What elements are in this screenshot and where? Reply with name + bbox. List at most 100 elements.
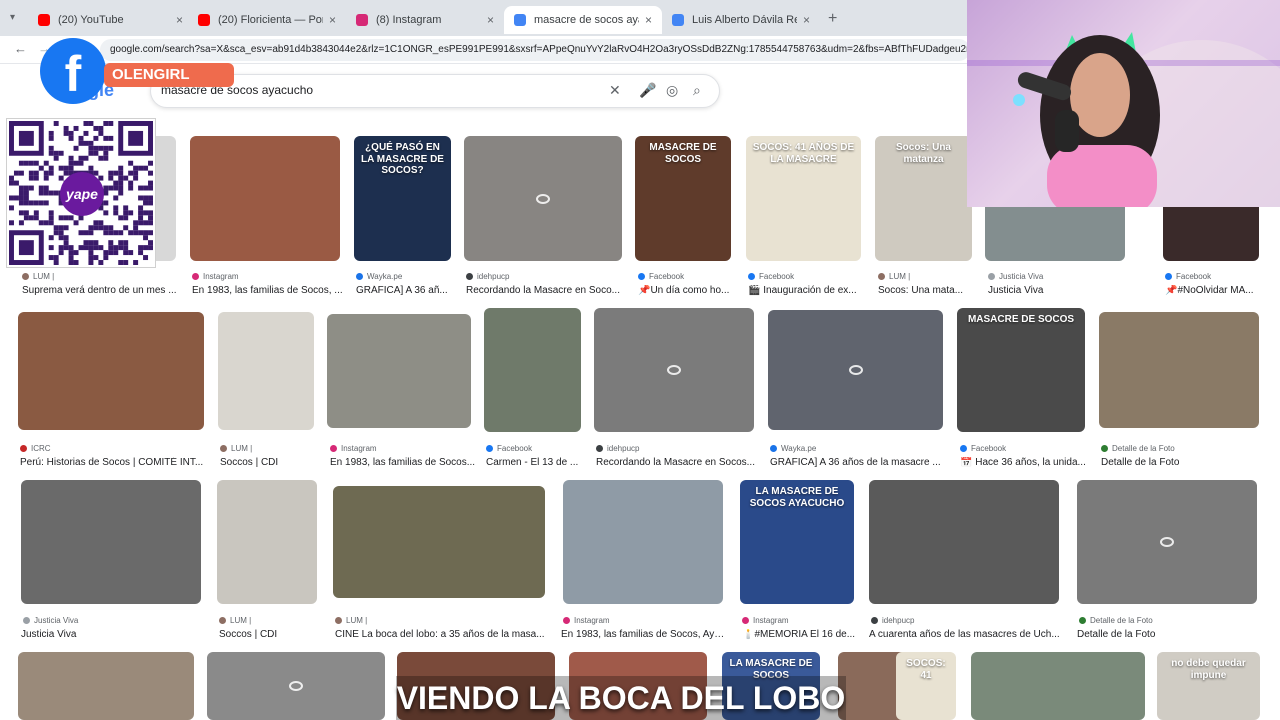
hidden-content-eye-icon[interactable] [1160, 537, 1174, 547]
result-thumbnail[interactable] [18, 652, 194, 720]
result-caption[interactable]: CINE La boca del lobo: a 35 años de la m… [335, 629, 553, 640]
tab-close-icon[interactable]: × [803, 13, 810, 27]
camera-search-icon[interactable]: ◎ [666, 82, 678, 99]
result-thumbnail[interactable]: SOCOS: 41 AÑOS DE LA MASACRE [746, 136, 861, 261]
result-source[interactable]: Instagram [192, 272, 346, 281]
hidden-content-eye-icon[interactable] [536, 193, 550, 204]
result-caption[interactable]: 📌Un día como ho... [638, 285, 740, 296]
result-thumbnail[interactable]: Socos: Una matanza [875, 136, 972, 261]
result-source[interactable]: Justicia Viva [988, 272, 1132, 281]
tab-close-icon[interactable]: × [176, 13, 183, 27]
result-thumbnail[interactable] [464, 136, 622, 261]
tab-close-icon[interactable]: × [329, 13, 336, 27]
result-caption[interactable]: Recordando la Masacre en Socos... [596, 457, 762, 468]
result-caption[interactable]: Justicia Viva [21, 629, 207, 640]
result-caption[interactable]: Soccos | CDI [220, 457, 322, 468]
result-caption[interactable]: Soccos | CDI [219, 629, 325, 640]
result-thumbnail[interactable]: MASACRE DE SOCOS [635, 136, 731, 261]
result-source[interactable]: Facebook [1165, 272, 1265, 281]
microphone-icon[interactable]: 🎤 [639, 82, 656, 99]
result-source[interactable]: Instagram [563, 616, 727, 625]
search-icon[interactable]: ⌕ [693, 82, 701, 99]
result-thumbnail[interactable] [869, 480, 1059, 604]
result-source[interactable]: LUM | [220, 444, 320, 453]
result-caption[interactable]: En 1983, las familias de Socos, ... [192, 285, 348, 296]
hidden-content-eye-icon[interactable] [667, 365, 681, 375]
result-source[interactable]: LUM | [22, 272, 182, 281]
result-thumbnail[interactable]: ¿QUÉ PASÓ EN LA MASACRE DE SOCOS? [354, 136, 451, 261]
result-thumbnail[interactable] [207, 652, 385, 720]
result-source[interactable]: Instagram [742, 616, 860, 625]
hidden-content-eye-icon[interactable] [289, 681, 303, 691]
result-source[interactable]: Wayka.pe [356, 272, 457, 281]
result-caption[interactable]: Suprema verá dentro de un mes ... [22, 285, 184, 296]
result-caption[interactable]: Recordando la Masacre en Soco... [466, 285, 630, 296]
result-thumbnail[interactable] [1099, 312, 1259, 428]
result-caption[interactable]: GRÁFICA] A 36 años de la masacre ... [770, 457, 951, 468]
new-tab-button[interactable]: + [828, 10, 837, 28]
result-thumbnail[interactable] [594, 308, 754, 432]
result-caption[interactable]: En 1983, las familias de Socos, Aya... [561, 629, 727, 640]
tab-search-icon[interactable]: ▾ [10, 12, 15, 23]
result-thumbnail[interactable]: MASACRE DE SOCOS [957, 308, 1085, 432]
result-source[interactable]: LUM | [878, 272, 979, 281]
result-source[interactable]: idehpucp [466, 272, 628, 281]
browser-tab[interactable]: (20) YouTube × [28, 6, 193, 34]
result-source[interactable]: ICRC [20, 444, 210, 453]
result-thumbnail[interactable]: no debe quedar impune [1157, 652, 1260, 720]
result-source[interactable]: Facebook [638, 272, 738, 281]
result-caption[interactable]: Perú: Historias de Socos | COMITÉ INT... [20, 457, 212, 468]
result-thumbnail[interactable] [327, 314, 471, 428]
result-thumbnail[interactable]: SOCOS: 41 [896, 652, 956, 720]
result-caption[interactable]: 📅 Hace 36 años, la unida... [960, 457, 1094, 468]
result-caption[interactable]: GRÁFICA] A 36 añ... [356, 285, 459, 296]
source-favicon-icon [220, 445, 227, 452]
result-thumbnail[interactable]: LA MASACRE DE SOCOS AYACUCHO [740, 480, 854, 604]
browser-tab[interactable]: (8) Instagram × [346, 6, 504, 34]
result-caption[interactable]: 🎬 Inauguración de ex... [748, 285, 869, 296]
tab-close-icon[interactable]: × [645, 13, 652, 27]
result-caption[interactable]: Detalle de la Foto [1077, 629, 1263, 640]
result-source[interactable]: Facebook [486, 444, 587, 453]
clear-icon[interactable]: ✕ [609, 82, 621, 99]
result-thumbnail[interactable] [1077, 480, 1257, 604]
result-source[interactable]: Facebook [748, 272, 867, 281]
tab-close-icon[interactable]: × [487, 13, 494, 27]
back-button[interactable]: ← [14, 41, 27, 56]
yape-logo: yape [60, 172, 104, 216]
result-thumbnail[interactable] [18, 312, 204, 430]
result-thumbnail[interactable] [971, 652, 1145, 720]
result-source[interactable]: Justicia Viva [23, 616, 207, 625]
result-caption[interactable]: Justicia Viva [988, 285, 1134, 296]
address-bar[interactable]: google.com/search?sa=X&sca_esv=ab91d4b38… [100, 39, 970, 61]
result-thumbnail[interactable] [768, 310, 943, 430]
result-thumbnail[interactable] [218, 312, 314, 430]
result-thumbnail[interactable] [217, 480, 317, 604]
result-caption[interactable]: Detalle de la Foto [1101, 457, 1267, 468]
result-source[interactable]: Detalle de la Foto [1101, 444, 1265, 453]
browser-tab[interactable]: Luis Alberto Dávila Reátegui - B × [662, 6, 820, 34]
result-source[interactable]: idehpucp [871, 616, 1065, 625]
result-caption[interactable]: 📌#NoOlvidar MA... [1165, 285, 1267, 296]
result-caption[interactable]: En 1983, las familias de Socos... [330, 457, 480, 468]
result-thumbnail[interactable] [333, 486, 545, 598]
result-source[interactable]: Detalle de la Foto [1079, 616, 1263, 625]
result-thumbnail[interactable] [563, 480, 723, 604]
result-source[interactable]: Wayka.pe [770, 444, 949, 453]
result-thumbnail[interactable] [190, 136, 340, 261]
result-source[interactable]: Facebook [960, 444, 1092, 453]
result-caption[interactable]: A cuarenta años de las masacres de Uch..… [869, 629, 1065, 640]
browser-tab[interactable]: (20) Floricienta — Por Qué (Offi × [188, 6, 346, 34]
result-source[interactable]: LUM | [219, 616, 323, 625]
result-caption[interactable]: Socos: Una mata... [878, 285, 981, 296]
result-thumbnail[interactable] [484, 308, 581, 432]
hidden-content-eye-icon[interactable] [848, 365, 863, 375]
search-box[interactable]: ✕ 🎤 ◎ ⌕ [150, 74, 720, 108]
browser-tab[interactable]: masacre de socos ayacucho - B × [504, 6, 662, 34]
result-caption[interactable]: 🕯️#MEMORIA El 16 de... [742, 629, 862, 640]
result-thumbnail[interactable] [21, 480, 201, 604]
result-caption[interactable]: Carmen - El 13 de ... [486, 457, 589, 468]
result-source[interactable]: Instagram [330, 444, 478, 453]
result-source[interactable]: LUM | [335, 616, 551, 625]
result-source[interactable]: idehpucp [596, 444, 760, 453]
